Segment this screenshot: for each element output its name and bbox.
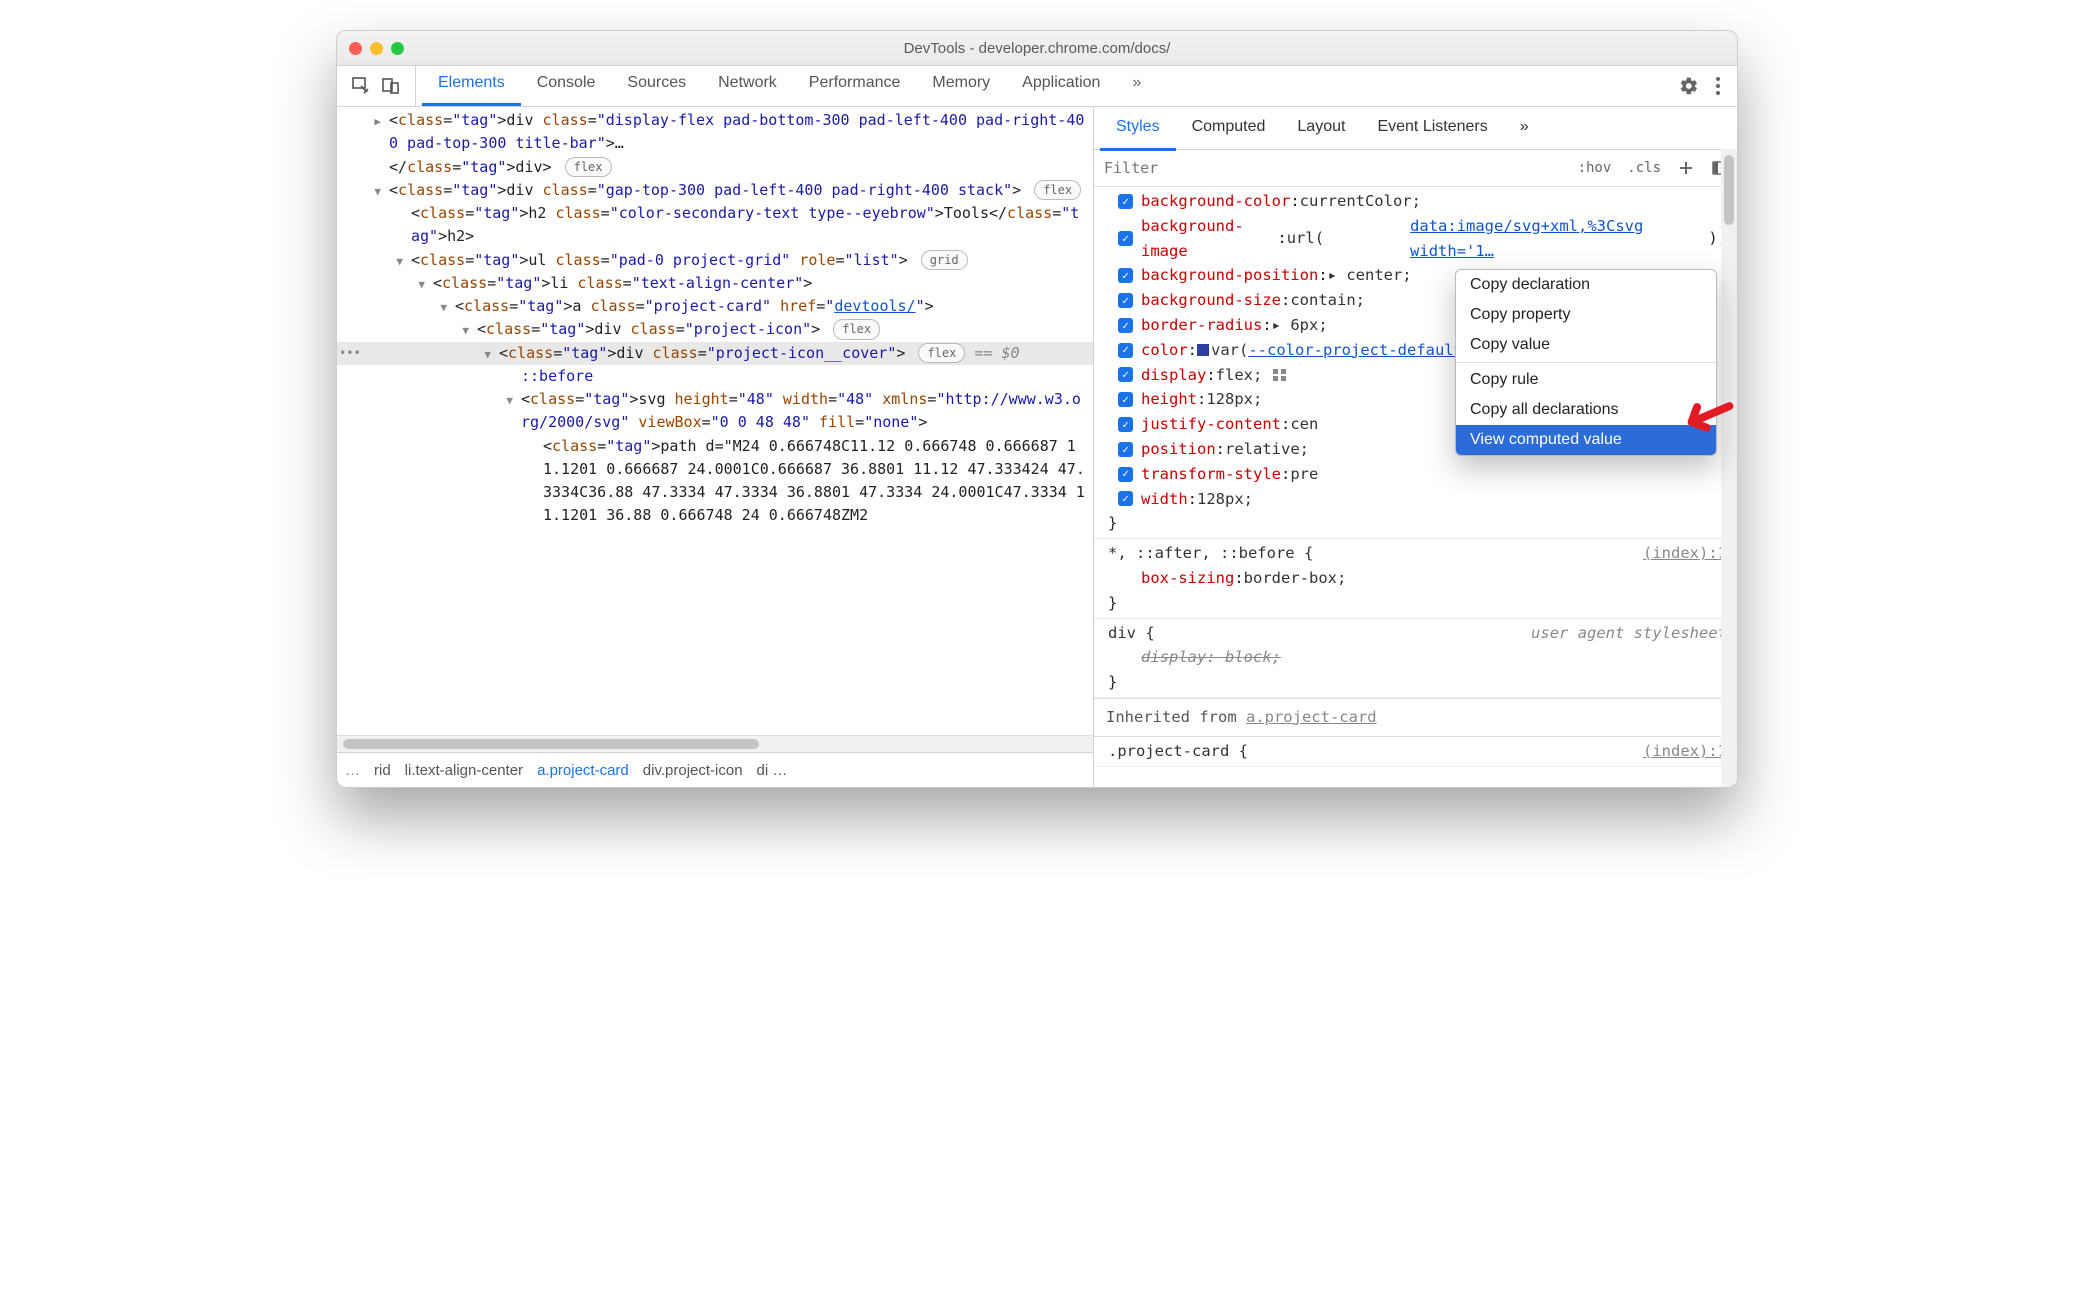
css-declaration[interactable]: background-image: url(data:image/svg+xml… — [1108, 214, 1727, 264]
css-rule[interactable]: *, ::after, ::before {(index):1box-sizin… — [1094, 539, 1737, 618]
flex-editor-icon[interactable] — [1272, 368, 1288, 382]
crumb-item[interactable]: div.project-icon — [643, 762, 743, 779]
inspect-icon[interactable] — [351, 76, 371, 96]
dom-node[interactable]: ▼<class="tag">li class="text-align-cente… — [337, 272, 1093, 295]
crumb-overflow-left[interactable]: … — [345, 762, 360, 779]
tab-console[interactable]: Console — [521, 63, 612, 106]
styles-panel: Styles Computed Layout Event Listeners »… — [1094, 107, 1737, 787]
css-declaration[interactable]: background-color: currentColor; — [1108, 189, 1727, 214]
context-menu-item[interactable]: Copy all declarations — [1456, 395, 1716, 425]
dom-horizontal-scrollbar[interactable] — [337, 735, 1093, 752]
styles-filterbar: :hov .cls — [1094, 150, 1737, 187]
traffic-lights — [349, 42, 404, 55]
toggle-declaration-checkbox[interactable] — [1118, 392, 1133, 407]
hov-toggle[interactable]: :hov — [1570, 160, 1620, 176]
toolbar-right — [1663, 76, 1737, 96]
tabs-overflow-icon[interactable]: » — [1116, 63, 1157, 106]
crumb-item[interactable]: rid — [374, 762, 391, 779]
close-window-icon[interactable] — [349, 42, 362, 55]
new-style-rule-icon[interactable] — [1669, 159, 1703, 177]
minimize-window-icon[interactable] — [370, 42, 383, 55]
scrollbar-thumb[interactable] — [1724, 155, 1734, 225]
css-rule[interactable]: div {user agent stylesheetdisplay: block… — [1094, 619, 1737, 698]
styles-tabs: Styles Computed Layout Event Listeners » — [1094, 107, 1737, 150]
context-menu-item[interactable]: View computed value — [1456, 425, 1716, 455]
dom-node[interactable]: ▼<class="tag">div class="gap-top-300 pad… — [337, 179, 1093, 202]
toggle-declaration-checkbox[interactable] — [1118, 231, 1133, 246]
menu-separator — [1456, 362, 1716, 363]
tab-network[interactable]: Network — [702, 63, 793, 106]
toggle-declaration-checkbox[interactable] — [1118, 318, 1133, 333]
toolbar-left — [337, 66, 416, 106]
layout-badge[interactable]: flex — [1034, 180, 1081, 201]
dom-node[interactable]: ▼<class="tag">div class="project-icon__c… — [337, 342, 1093, 365]
toggle-declaration-checkbox[interactable] — [1118, 417, 1133, 432]
tab-sources[interactable]: Sources — [611, 63, 702, 106]
dom-tree[interactable]: ▶<class="tag">div class="display-flex pa… — [337, 107, 1093, 735]
window-titlebar: DevTools - developer.chrome.com/docs/ — [337, 31, 1737, 66]
styles-tabs-overflow-icon[interactable]: » — [1504, 106, 1545, 151]
tab-application[interactable]: Application — [1006, 63, 1116, 106]
toggle-declaration-checkbox[interactable] — [1118, 268, 1133, 283]
styles-tab-styles[interactable]: Styles — [1100, 106, 1176, 151]
context-menu-item[interactable]: Copy rule — [1456, 365, 1716, 395]
dom-node[interactable]: ::before — [337, 365, 1093, 388]
styles-tab-layout[interactable]: Layout — [1281, 106, 1361, 151]
dom-node[interactable]: <class="tag">h2 class="color-secondary-t… — [337, 202, 1093, 249]
context-menu: Copy declarationCopy propertyCopy value C… — [1455, 269, 1717, 456]
dom-node[interactable]: ▶<class="tag">div class="display-flex pa… — [337, 109, 1093, 156]
styles-filter-input[interactable] — [1094, 159, 1570, 177]
toggle-declaration-checkbox[interactable] — [1118, 343, 1133, 358]
layout-badge[interactable]: flex — [833, 319, 880, 340]
context-menu-item[interactable]: Copy declaration — [1456, 270, 1716, 300]
crumb-overflow-right[interactable]: di … — [757, 762, 788, 779]
context-menu-item[interactable]: Copy property — [1456, 300, 1716, 330]
styles-tab-eventlisteners[interactable]: Event Listeners — [1361, 106, 1503, 151]
scrollbar-thumb[interactable] — [343, 739, 759, 749]
layout-badge[interactable]: flex — [918, 343, 965, 364]
layout-badge[interactable]: flex — [565, 157, 612, 178]
dom-node[interactable]: ▼<class="tag">div class="project-icon"> … — [337, 318, 1093, 341]
inherited-from-header: Inherited from a.project-card — [1094, 698, 1737, 737]
tab-performance[interactable]: Performance — [793, 63, 917, 106]
devtools-window: DevTools - developer.chrome.com/docs/ El… — [336, 30, 1738, 788]
settings-icon[interactable] — [1679, 76, 1699, 96]
dom-node[interactable]: ▼<class="tag">ul class="pad-0 project-gr… — [337, 249, 1093, 272]
css-declaration[interactable]: transform-style: pre — [1108, 462, 1727, 487]
dom-node[interactable]: </class="tag">div> flex — [337, 156, 1093, 179]
crumb-item[interactable]: li.text-align-center — [405, 762, 523, 779]
toggle-declaration-checkbox[interactable] — [1118, 442, 1133, 457]
cls-toggle[interactable]: .cls — [1619, 160, 1669, 176]
color-swatch-icon[interactable] — [1197, 344, 1209, 356]
more-icon[interactable] — [1715, 76, 1721, 96]
breadcrumbs: … rid li.text-align-center a.project-car… — [337, 752, 1093, 787]
toggle-declaration-checkbox[interactable] — [1118, 491, 1133, 506]
tab-memory[interactable]: Memory — [916, 63, 1006, 106]
toggle-declaration-checkbox[interactable] — [1118, 293, 1133, 308]
dom-node[interactable]: ▼<class="tag">a class="project-card" hre… — [337, 295, 1093, 318]
tab-elements[interactable]: Elements — [422, 63, 521, 106]
css-declaration[interactable]: width: 128px; — [1108, 487, 1727, 512]
context-menu-item[interactable]: Copy value — [1456, 330, 1716, 360]
toggle-declaration-checkbox[interactable] — [1118, 367, 1133, 382]
css-declaration[interactable]: box-sizing: border-box; — [1108, 566, 1727, 591]
toggle-declaration-checkbox[interactable] — [1118, 467, 1133, 482]
dom-node[interactable]: ▼<class="tag">svg height="48" width="48"… — [337, 388, 1093, 435]
styles-tab-computed[interactable]: Computed — [1176, 106, 1282, 151]
content-split: ▶<class="tag">div class="display-flex pa… — [337, 107, 1737, 787]
dom-node[interactable]: <class="tag">path d="M24 0.666748C11.12 … — [337, 435, 1093, 528]
window-title: DevTools - developer.chrome.com/docs/ — [337, 40, 1737, 57]
layout-badge[interactable]: grid — [921, 250, 968, 271]
toggle-declaration-checkbox[interactable] — [1118, 194, 1133, 209]
device-toggle-icon[interactable] — [381, 76, 401, 96]
styles-scrollbar[interactable] — [1721, 149, 1737, 787]
elements-panel: ▶<class="tag">div class="display-flex pa… — [337, 107, 1094, 787]
panel-tabs: Elements Console Sources Network Perform… — [416, 66, 1663, 106]
crumb-item[interactable]: a.project-card — [537, 762, 629, 779]
main-toolbar: Elements Console Sources Network Perform… — [337, 66, 1737, 107]
zoom-window-icon[interactable] — [391, 42, 404, 55]
css-declaration[interactable]: display: block; — [1108, 645, 1727, 670]
css-rule[interactable]: .project-card {(index):1 — [1094, 737, 1737, 767]
